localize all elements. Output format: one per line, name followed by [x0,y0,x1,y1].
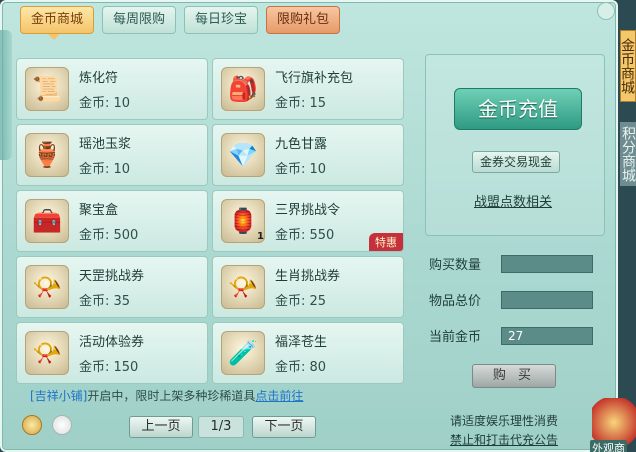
item-card[interactable]: 🏺 瑶池玉浆 金币: 10 [16,124,208,186]
item-name: 飞行旗补充包 [275,71,354,86]
anti-proxy-notice-link[interactable]: 禁止和打击代充公告 [450,431,558,448]
tab-bar: 金币商城 每周限购 每日珍宝 限购礼包 [20,6,341,34]
coin-icon[interactable] [22,415,42,435]
item-name: 活动体验券 [79,335,145,350]
item-card[interactable]: 📯 活动体验券 金币: 150 [16,322,208,384]
consumption-notice: 请适度娱乐理性消费 [450,414,559,428]
exchange-button[interactable]: 金券交易现金 [472,151,560,173]
item-name: 生肖挑战券 [275,269,341,284]
recharge-button[interactable]: 金币充值 [454,88,582,130]
tab-gold-shop[interactable]: 金币商城 [20,6,95,34]
item-name: 天罡挑战券 [79,269,145,284]
left-decoration [0,30,12,160]
item-price: 金币: 150 [79,360,139,375]
shop-name: [吉祥小铺] [30,389,88,403]
item-card[interactable]: 🧪 福泽苍生 金币: 80 [212,322,404,384]
page-indicator: 1/3 [198,416,244,438]
item-card[interactable]: 🏮 1 三界挑战令 金币: 550 特惠 [212,190,404,252]
item-price: 金币: 35 [79,294,131,309]
potion-icon: 🧪 [221,331,265,375]
promo-link[interactable]: 点击前往 [255,389,303,403]
jade-jar-icon: 🏺 [25,133,69,177]
prev-page-button[interactable]: 上一页 [129,416,193,438]
item-card[interactable]: 🧰 聚宝盒 金币: 500 [16,190,208,252]
item-price: 金币: 10 [79,162,131,177]
item-price: 金币: 25 [275,294,327,309]
item-name: 九色甘露 [275,137,328,152]
league-points-link[interactable]: 战盟点数相关 [474,191,552,210]
scroll-icon: 📯 [25,331,69,375]
special-offer-badge: 特惠 [369,233,403,251]
item-price: 金币: 550 [275,228,335,243]
buy-quantity-input[interactable] [501,255,593,273]
item-card[interactable]: 🎒 飞行旗补充包 金币: 15 [212,58,404,120]
buy-quantity-label: 购买数量 [429,258,482,273]
item-quantity: 1 [257,231,264,242]
tab-weekly-limited[interactable]: 每周限购 [102,6,177,34]
item-name: 三界挑战令 [275,203,341,218]
item-grid: 📜 炼化符 金币: 10 🎒 飞行旗补充包 金币: 15 🏺 瑶池玉浆 金币: … [16,58,404,384]
treasure-box-icon: 🧰 [25,199,69,243]
active-tab-pointer [48,34,60,40]
tab-limited-gift[interactable]: 限购礼包 [266,6,341,34]
item-price: 金币: 500 [79,228,139,243]
tab-daily-treasure[interactable]: 每日珍宝 [184,6,259,34]
close-button[interactable] [597,2,615,20]
flag-pack-icon: 🎒 [221,67,265,111]
total-price-label: 物品总价 [429,294,482,309]
buy-button[interactable]: 购 买 [472,364,556,388]
total-price-field [501,291,593,309]
dew-gem-icon: 💎 [221,133,265,177]
item-card[interactable]: 📯 天罡挑战券 金币: 35 [16,256,208,318]
talisman-icon: 📜 [25,67,69,111]
item-price: 金币: 10 [275,162,327,177]
current-gold-field: 27 [501,327,593,345]
pearl-icon[interactable] [52,415,72,435]
item-price: 金币: 10 [79,96,131,111]
appearance-shop-label[interactable]: 外观商 [590,440,627,452]
item-name: 福泽苍生 [275,335,328,350]
side-tab-points-shop[interactable]: 积分商城 [620,122,636,186]
scroll-icon: 📯 [221,265,265,309]
item-name: 聚宝盒 [79,203,119,218]
item-card[interactable]: 📯 生肖挑战券 金币: 25 [212,256,404,318]
promo-line: [吉祥小铺]开启中，限时上架多种珍稀道具点击前往 [30,387,303,404]
next-page-button[interactable]: 下一页 [252,416,316,438]
item-card[interactable]: 💎 九色甘露 金币: 10 [212,124,404,186]
item-card[interactable]: 📜 炼化符 金币: 10 [16,58,208,120]
item-name: 瑶池玉浆 [79,137,132,152]
item-price: 金币: 15 [275,96,327,111]
side-tab-gold-shop[interactable]: 金币商城 [619,30,636,102]
current-gold-label: 当前金币 [429,330,482,345]
item-price: 金币: 80 [275,360,327,375]
scroll-icon: 📯 [25,265,69,309]
promo-text: 开启中，限时上架多种珍稀道具 [87,389,256,403]
item-name: 炼化符 [79,71,119,86]
